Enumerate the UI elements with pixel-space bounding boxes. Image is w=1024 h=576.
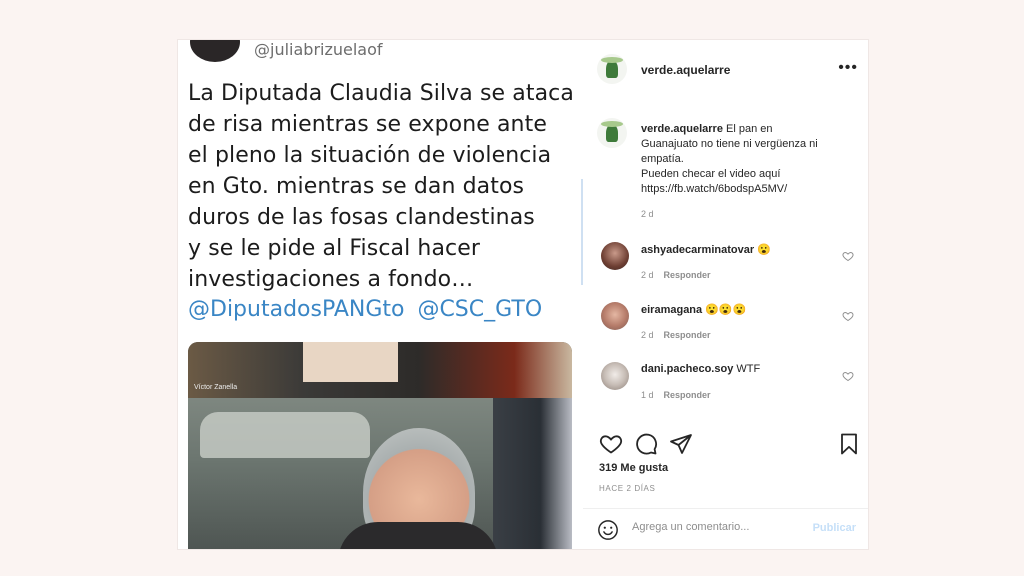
- plant-logo-icon: [601, 121, 623, 142]
- tweet-text: La Diputada Claudia Silva se ataca de ri…: [188, 78, 583, 295]
- video-car-window: [200, 412, 370, 458]
- commenter-avatar[interactable]: [601, 362, 629, 390]
- comment-heart-icon[interactable]: [842, 370, 854, 382]
- video-woman-body: [338, 522, 498, 549]
- comment-item: ashyadecarminatovar 😮 2 d Responder: [597, 242, 862, 286]
- tweet-mentions: @DiputadosPANGto @CSC_GTO: [188, 297, 543, 322]
- comment-heart-icon[interactable]: [842, 310, 854, 322]
- tweet-line: el pleno la situación de violencia: [188, 143, 552, 168]
- plant-logo-icon: [601, 57, 623, 78]
- comment-time[interactable]: 1 d: [641, 390, 654, 400]
- comment-body: 😮: [757, 244, 771, 256]
- comment-username[interactable]: dani.pacheco.soy: [641, 363, 733, 375]
- caption-text: verde.aquelarre El pan en Guanajuato no …: [641, 122, 861, 197]
- comment-text: ashyadecarminatovar 😮: [641, 243, 771, 256]
- comment-body: WTF: [736, 363, 761, 375]
- caption-link[interactable]: https://fb.watch/6bodspA5MV/: [641, 182, 861, 197]
- add-comment-row: Publicar: [583, 508, 868, 549]
- more-options-icon[interactable]: •••: [838, 60, 858, 76]
- comment-item: dani.pacheco.soy WTF 1 d Responder: [597, 362, 862, 406]
- tweet-line: en Gto. mientras se dan datos: [188, 174, 525, 199]
- tweet-avatar: [190, 40, 240, 62]
- tweet-line: y se le pide al Fiscal hacer: [188, 236, 481, 261]
- comment-username[interactable]: eiramagana: [641, 304, 702, 316]
- save-bookmark-icon[interactable]: [837, 432, 861, 456]
- caption-avatar[interactable]: [597, 118, 627, 148]
- comment-meta: 2 d Responder: [641, 270, 711, 280]
- post-media[interactable]: @juliabrizuelaof La Diputada Claudia Sil…: [178, 40, 583, 549]
- author-username[interactable]: verde.aquelarre: [641, 63, 730, 77]
- emoji-icon[interactable]: [597, 519, 619, 541]
- likes-count[interactable]: 319 Me gusta: [599, 462, 668, 474]
- commenter-avatar[interactable]: [601, 242, 629, 270]
- like-heart-icon[interactable]: [599, 432, 623, 456]
- tweet-line: duros de las fosas clandestinas: [188, 205, 535, 230]
- tweet-line: de risa mientras se expone ante: [188, 112, 547, 137]
- video-right-tile: [493, 398, 572, 549]
- commenter-avatar[interactable]: [601, 302, 629, 330]
- post-timestamp[interactable]: HACE 2 DÍAS: [599, 484, 655, 493]
- comment-bubble-icon[interactable]: [634, 432, 658, 456]
- post-header: verde.aquelarre •••: [583, 40, 868, 98]
- post-actions: [597, 432, 862, 456]
- comment-text: eiramagana 😮😮😮: [641, 303, 746, 316]
- tweet-handle: @juliabrizuelaof: [254, 40, 383, 59]
- reply-button[interactable]: Responder: [664, 330, 711, 340]
- comment-time[interactable]: 2 d: [641, 270, 654, 280]
- video-person-shirt: [303, 342, 398, 382]
- comment-username[interactable]: ashyadecarminatovar: [641, 244, 754, 256]
- comment-heart-icon[interactable]: [842, 250, 854, 262]
- caption-line: El pan en: [726, 123, 773, 135]
- reply-button[interactable]: Responder: [664, 270, 711, 280]
- video-name-tag: Víctor Zanella: [194, 384, 238, 391]
- caption-line: Guanajuato no tiene ni vergüenza ni: [641, 138, 818, 150]
- caption-username[interactable]: verde.aquelarre: [641, 123, 723, 135]
- author-avatar[interactable]: [597, 54, 627, 84]
- caption-line: Pueden checar el video aquí: [641, 168, 781, 180]
- caption-line: empatía.: [641, 153, 684, 165]
- add-comment-input[interactable]: [632, 521, 802, 533]
- tweet-line: La Diputada Claudia Silva se ataca: [188, 81, 574, 106]
- share-send-icon[interactable]: [669, 432, 693, 456]
- comment-text: dani.pacheco.soy WTF: [641, 363, 760, 375]
- caption-time[interactable]: 2 d: [641, 209, 654, 219]
- comment-time[interactable]: 2 d: [641, 330, 654, 340]
- tweet-video-still: Víctor Zanella: [188, 342, 572, 549]
- reply-button[interactable]: Responder: [664, 390, 711, 400]
- publish-button[interactable]: Publicar: [813, 522, 856, 534]
- comment-meta: 1 d Responder: [641, 390, 711, 400]
- tweet-line: investigaciones a fondo…: [188, 267, 474, 292]
- comment-meta: 2 d Responder: [641, 330, 711, 340]
- post-sidebar: verde.aquelarre ••• verde.aquelarre El p…: [583, 40, 868, 549]
- comment-body: 😮😮😮: [705, 304, 747, 316]
- comment-item: eiramagana 😮😮😮 2 d Responder: [597, 302, 862, 346]
- instagram-post: @juliabrizuelaof La Diputada Claudia Sil…: [177, 39, 869, 550]
